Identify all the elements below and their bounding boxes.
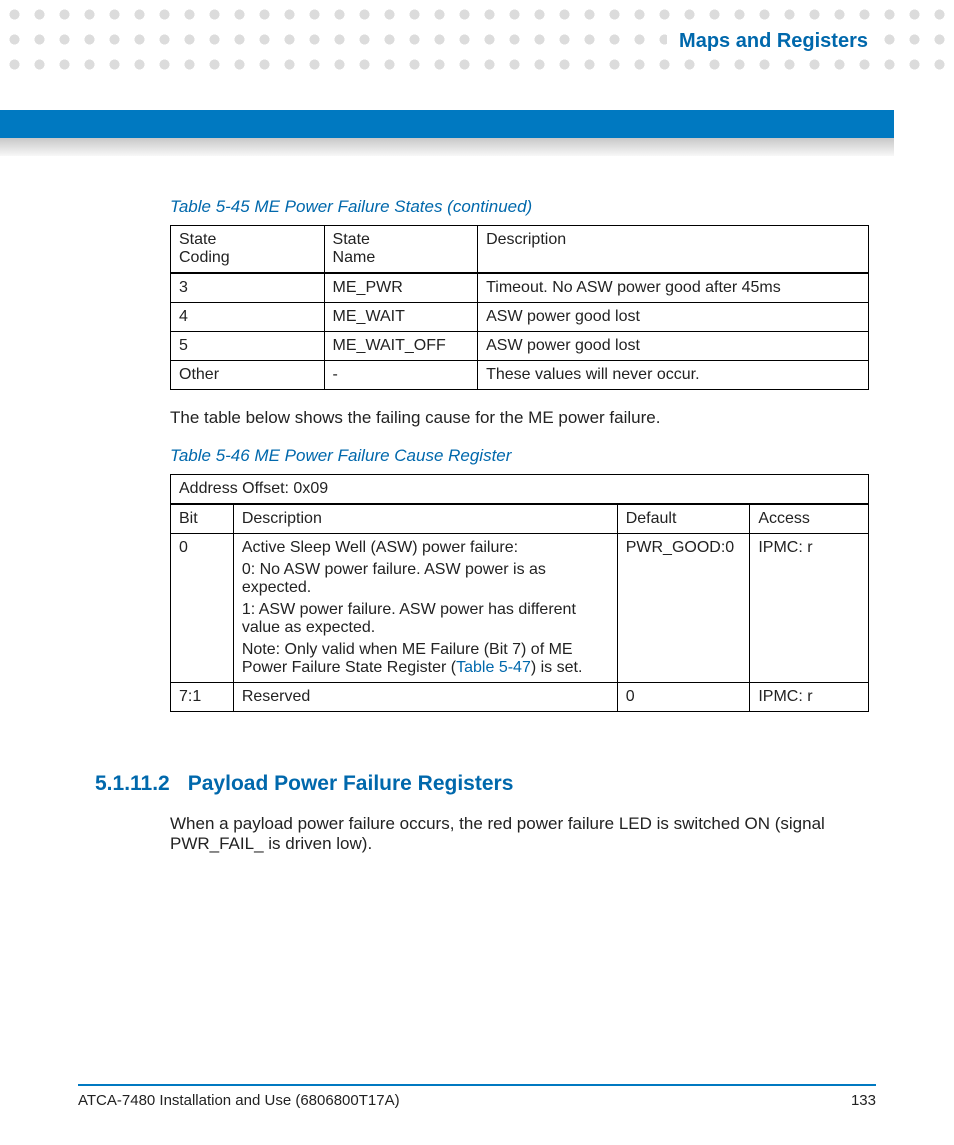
col-header-access: Access — [750, 504, 869, 534]
cell-coding: 5 — [171, 332, 325, 361]
cell-name: ME_PWR — [324, 273, 478, 303]
cell-name: ME_WAIT — [324, 303, 478, 332]
cell-description: Reserved — [233, 683, 617, 712]
section-number: 5.1.11.2 — [95, 772, 170, 796]
cell-coding: 3 — [171, 273, 325, 303]
cell-desc: ASW power good lost — [478, 303, 869, 332]
table-header-row: StateCoding StateName Description — [171, 226, 869, 274]
cell-bit: 7:1 — [171, 683, 234, 712]
table-5-46: Address Offset: 0x09 Bit Description Def… — [170, 474, 869, 712]
col-header-description: Description — [478, 226, 869, 274]
cross-ref-link[interactable]: Table 5-47 — [456, 659, 531, 676]
header-blue-bar — [0, 110, 894, 138]
cell-desc: These values will never occur. — [478, 361, 869, 390]
address-offset: Address Offset: 0x09 — [171, 475, 869, 505]
cell-name: ME_WAIT_OFF — [324, 332, 478, 361]
col-header-default: Default — [617, 504, 750, 534]
col-header-state-name: StateName — [324, 226, 478, 274]
col-header-description: Description — [233, 504, 617, 534]
col-header-state-coding: StateCoding — [171, 226, 325, 274]
cell-name: - — [324, 361, 478, 390]
header-grey-gradient — [0, 138, 894, 156]
cell-desc: ASW power good lost — [478, 332, 869, 361]
table-row: 5 ME_WAIT_OFF ASW power good lost — [171, 332, 869, 361]
table-5-45: StateCoding StateName Description 3 ME_P… — [170, 225, 869, 390]
cell-bit: 0 — [171, 534, 234, 683]
page-footer: ATCA-7480 Installation and Use (6806800T… — [78, 1084, 876, 1109]
table-row: 3 ME_PWR Timeout. No ASW power good afte… — [171, 273, 869, 303]
cell-default: 0 — [617, 683, 750, 712]
table-5-45-caption: Table 5-45 ME Power Failure States (cont… — [170, 197, 869, 217]
cell-description: Active Sleep Well (ASW) power failure: 0… — [233, 534, 617, 683]
page-header-title: Maps and Registers — [667, 28, 880, 55]
footer-doc-title: ATCA-7480 Installation and Use (6806800T… — [78, 1092, 400, 1109]
table-row: 4 ME_WAIT ASW power good lost — [171, 303, 869, 332]
table-row: 0 Active Sleep Well (ASW) power failure:… — [171, 534, 869, 683]
table-5-46-caption: Table 5-46 ME Power Failure Cause Regist… — [170, 446, 869, 466]
paragraph: The table below shows the failing cause … — [170, 408, 869, 428]
cell-desc: Timeout. No ASW power good after 45ms — [478, 273, 869, 303]
cell-access: IPMC: r — [750, 534, 869, 683]
section-title: Payload Power Failure Registers — [188, 772, 514, 796]
section-heading: 5.1.11.2 Payload Power Failure Registers — [95, 772, 869, 796]
table-header-row: Bit Description Default Access — [171, 504, 869, 534]
col-header-bit: Bit — [171, 504, 234, 534]
table-row: Other - These values will never occur. — [171, 361, 869, 390]
paragraph: When a payload power failure occurs, the… — [170, 814, 869, 854]
table-address-row: Address Offset: 0x09 — [171, 475, 869, 505]
cell-coding: 4 — [171, 303, 325, 332]
page-content: Table 5-45 ME Power Failure States (cont… — [170, 185, 869, 872]
table-row: 7:1 Reserved 0 IPMC: r — [171, 683, 869, 712]
footer-page-number: 133 — [851, 1092, 876, 1109]
cell-access: IPMC: r — [750, 683, 869, 712]
cell-default: PWR_GOOD:0 — [617, 534, 750, 683]
cell-coding: Other — [171, 361, 325, 390]
